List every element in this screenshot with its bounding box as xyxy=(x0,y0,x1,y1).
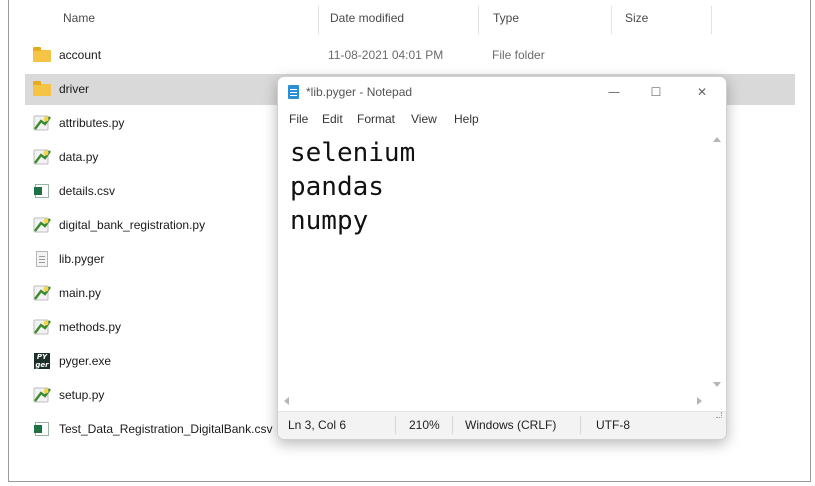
python-file-icon xyxy=(33,319,51,335)
notepad-icon xyxy=(288,85,299,99)
text-file-icon xyxy=(33,251,51,267)
scroll-left-arrow-icon[interactable] xyxy=(284,397,289,405)
line-endings: Windows (CRLF) xyxy=(465,418,557,432)
zoom-level: 210% xyxy=(409,418,440,432)
vertical-scrollbar[interactable] xyxy=(709,131,726,393)
cursor-position: Ln 3, Col 6 xyxy=(288,418,347,432)
python-file-icon xyxy=(33,115,51,131)
scroll-right-arrow-icon[interactable] xyxy=(697,397,702,405)
file-name: Test_Data_Registration_DigitalBank.csv xyxy=(59,422,273,436)
file-name: methods.py xyxy=(59,320,122,334)
horizontal-scrollbar[interactable] xyxy=(278,393,710,409)
csv-file-icon xyxy=(33,421,51,437)
file-name: main.py xyxy=(59,286,102,300)
pyger-exe-icon: PY ger xyxy=(34,353,50,369)
encoding: UTF-8 xyxy=(596,418,630,432)
column-divider[interactable] xyxy=(478,6,479,34)
python-file-icon xyxy=(33,285,51,301)
column-divider[interactable] xyxy=(611,6,612,34)
scroll-down-arrow-icon[interactable] xyxy=(713,382,721,387)
column-divider[interactable] xyxy=(711,6,712,34)
notepad-window[interactable]: *lib.pyger - Notepad — ☐ ✕ File Edit For… xyxy=(277,76,727,440)
notepad-title-bar[interactable]: *lib.pyger - Notepad — ☐ ✕ xyxy=(278,77,726,107)
minimize-button[interactable]: — xyxy=(592,77,636,107)
text-line: numpy xyxy=(290,206,369,236)
column-header-date-modified[interactable]: Date modified xyxy=(330,0,404,36)
notepad-menu-bar: File Edit Format View Help xyxy=(278,107,726,131)
file-name: attributes.py xyxy=(59,116,125,130)
notepad-title: *lib.pyger - Notepad xyxy=(306,85,413,99)
text-line: pandas xyxy=(290,172,384,202)
file-name: account xyxy=(59,48,102,62)
column-header-name[interactable]: Name xyxy=(63,0,95,36)
file-name: setup.py xyxy=(59,388,105,402)
notepad-status-bar: Ln 3, Col 6 210% Windows (CRLF) UTF-8 xyxy=(278,411,726,439)
file-name: details.csv xyxy=(59,184,116,198)
scroll-up-arrow-icon[interactable] xyxy=(713,137,721,142)
file-name: pyger.exe xyxy=(59,354,112,368)
file-name: driver xyxy=(59,82,90,96)
text-line: selenium xyxy=(290,138,416,168)
close-button[interactable]: ✕ xyxy=(680,77,724,107)
column-header-type[interactable]: Type xyxy=(493,0,519,36)
maximize-button[interactable]: ☐ xyxy=(634,77,678,107)
menu-edit[interactable]: Edit xyxy=(322,107,343,131)
resize-grip-icon[interactable] xyxy=(716,412,722,418)
menu-help[interactable]: Help xyxy=(454,107,479,131)
file-name: lib.pyger xyxy=(59,252,105,266)
folder-icon xyxy=(33,47,51,63)
python-file-icon xyxy=(33,387,51,403)
menu-format[interactable]: Format xyxy=(357,107,395,131)
status-divider xyxy=(580,416,581,434)
file-type: File folder xyxy=(492,48,545,62)
python-file-icon xyxy=(33,149,51,165)
menu-file[interactable]: File xyxy=(289,107,308,131)
file-row-account[interactable]: account 11-08-2021 04:01 PM File folder xyxy=(25,40,795,71)
column-divider[interactable] xyxy=(318,6,319,34)
folder-icon xyxy=(33,81,51,97)
csv-file-icon xyxy=(33,183,51,199)
file-date-modified: 11-08-2021 04:01 PM xyxy=(328,48,444,62)
file-name: data.py xyxy=(59,150,99,164)
status-divider xyxy=(452,416,453,434)
python-file-icon xyxy=(33,217,51,233)
column-header-size[interactable]: Size xyxy=(625,0,648,36)
status-divider xyxy=(395,416,396,434)
menu-view[interactable]: View xyxy=(411,107,437,131)
file-name: digital_bank_registration.py xyxy=(59,218,206,232)
notepad-text-area[interactable]: selenium pandas numpy xyxy=(280,131,710,393)
